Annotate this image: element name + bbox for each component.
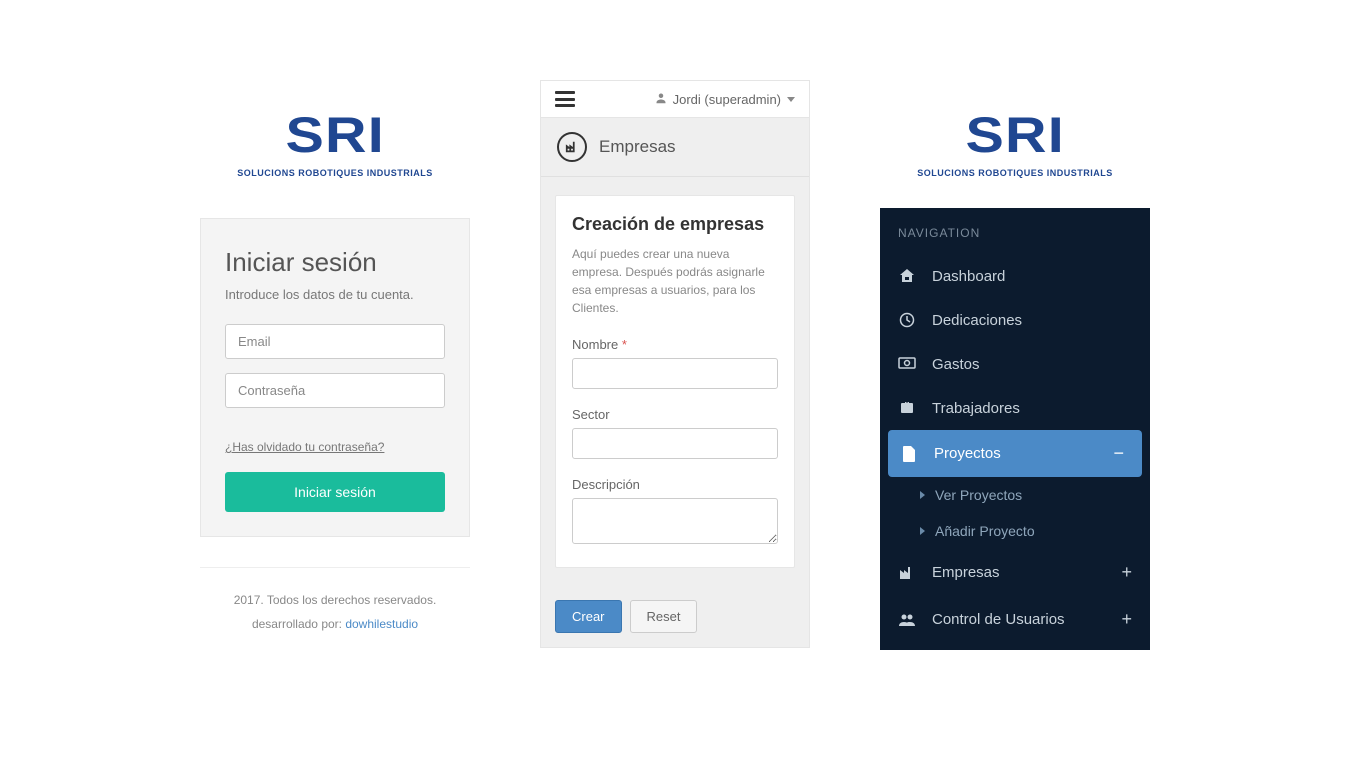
menu-icon[interactable] [555, 91, 575, 107]
footer-dev-prefix: desarrollado por: [252, 617, 345, 631]
login-card: Iniciar sesión Introduce los datos de tu… [200, 218, 470, 537]
sector-field[interactable] [572, 428, 778, 459]
login-footer: 2017. Todos los derechos reservados. des… [200, 567, 470, 636]
logo-block: SRI SOLUCIONS ROBOTIQUES INDUSTRIALS [200, 110, 470, 178]
nav-sub-label: Añadir Proyecto [935, 523, 1035, 539]
user-label: Jordi (superadmin) [673, 92, 781, 107]
empresas-topbar: Jordi (superadmin) [541, 81, 809, 118]
crear-button[interactable]: Crear [555, 600, 622, 633]
nav-label: Control de Usuarios [932, 611, 1065, 628]
email-field[interactable] [225, 324, 445, 359]
logo-text: SRI [285, 110, 384, 160]
footer-copyright: 2017. Todos los derechos reservados. [200, 588, 470, 612]
caret-right-icon [920, 491, 925, 499]
empresas-form-card: Creación de empresas Aquí puedes crear u… [555, 195, 795, 568]
nav-label: Dedicaciones [932, 312, 1022, 329]
user-icon [655, 92, 667, 107]
nav-item-trabajadores[interactable]: Trabajadores [880, 386, 1150, 430]
nav-item-dedicaciones[interactable]: Dedicaciones [880, 298, 1150, 342]
form-actions: Crear Reset [541, 586, 809, 647]
nav-item-dashboard[interactable]: Dashboard [880, 254, 1150, 298]
sector-label: Sector [572, 407, 778, 422]
nav-label: Proyectos [934, 445, 1001, 462]
nav-label: Dashboard [932, 268, 1005, 285]
money-icon [898, 355, 916, 373]
nav-label: Trabajadores [932, 400, 1020, 417]
briefcase-icon [898, 399, 916, 417]
logo-tagline: SOLUCIONS ROBOTIQUES INDUSTRIALS [200, 168, 470, 178]
nav-item-proyectos[interactable]: Proyectos − [888, 430, 1142, 477]
nav-logo-tagline: SOLUCIONS ROBOTIQUES INDUSTRIALS [880, 168, 1150, 178]
login-title: Iniciar sesión [225, 247, 445, 278]
nav-sub-ver-proyectos[interactable]: Ver Proyectos [880, 477, 1150, 513]
nav-sub-anadir-proyecto[interactable]: Añadir Proyecto [880, 513, 1150, 549]
home-icon [898, 267, 916, 285]
file-icon [900, 445, 918, 463]
required-asterisk: * [622, 337, 627, 352]
nav-item-gastos[interactable]: Gastos [880, 342, 1150, 386]
navigation-panel: SRI SOLUCIONS ROBOTIQUES INDUSTRIALS NAV… [880, 110, 1150, 650]
nombre-field[interactable] [572, 358, 778, 389]
login-panel: SRI SOLUCIONS ROBOTIQUES INDUSTRIALS Ini… [200, 110, 470, 636]
nav-item-control-usuarios[interactable]: Control de Usuarios + [880, 596, 1150, 650]
password-field[interactable] [225, 373, 445, 408]
login-button[interactable]: Iniciar sesión [225, 472, 445, 512]
factory-icon [898, 564, 916, 582]
nav-logo-text: SRI [965, 110, 1064, 160]
caret-down-icon [787, 97, 795, 102]
empresas-title: Empresas [599, 137, 676, 157]
nav-label: Empresas [932, 564, 1000, 581]
expand-icon: + [1121, 562, 1132, 583]
nav-item-empresas[interactable]: Empresas + [880, 549, 1150, 596]
user-dropdown[interactable]: Jordi (superadmin) [655, 92, 795, 107]
clock-icon [898, 311, 916, 329]
empresas-header: Empresas [541, 118, 809, 177]
reset-button[interactable]: Reset [630, 600, 698, 633]
nav-logo-block: SRI SOLUCIONS ROBOTIQUES INDUSTRIALS [880, 110, 1150, 178]
empresas-panel: Jordi (superadmin) Empresas Creación de … [540, 80, 810, 648]
nav-sub-label: Ver Proyectos [935, 487, 1022, 503]
factory-icon [557, 132, 587, 162]
nav-label: Gastos [932, 356, 980, 373]
login-subtitle: Introduce los datos de tu cuenta. [225, 286, 445, 304]
caret-right-icon [920, 527, 925, 535]
form-description: Aquí puedes crear una nueva empresa. Des… [572, 245, 778, 317]
nombre-label: Nombre * [572, 337, 778, 352]
sidebar: NAVIGATION Dashboard Dedicaciones Gastos… [880, 208, 1150, 650]
collapse-icon: − [1113, 443, 1124, 464]
nav-heading: NAVIGATION [880, 208, 1150, 254]
footer-dev-link[interactable]: dowhilestudio [345, 617, 418, 631]
forgot-password-link[interactable]: ¿Has olvidado tu contraseña? [225, 440, 445, 454]
users-icon [898, 611, 916, 629]
expand-icon: + [1121, 609, 1132, 630]
descripcion-label: Descripción [572, 477, 778, 492]
descripcion-field[interactable] [572, 498, 778, 544]
form-title: Creación de empresas [572, 214, 778, 235]
